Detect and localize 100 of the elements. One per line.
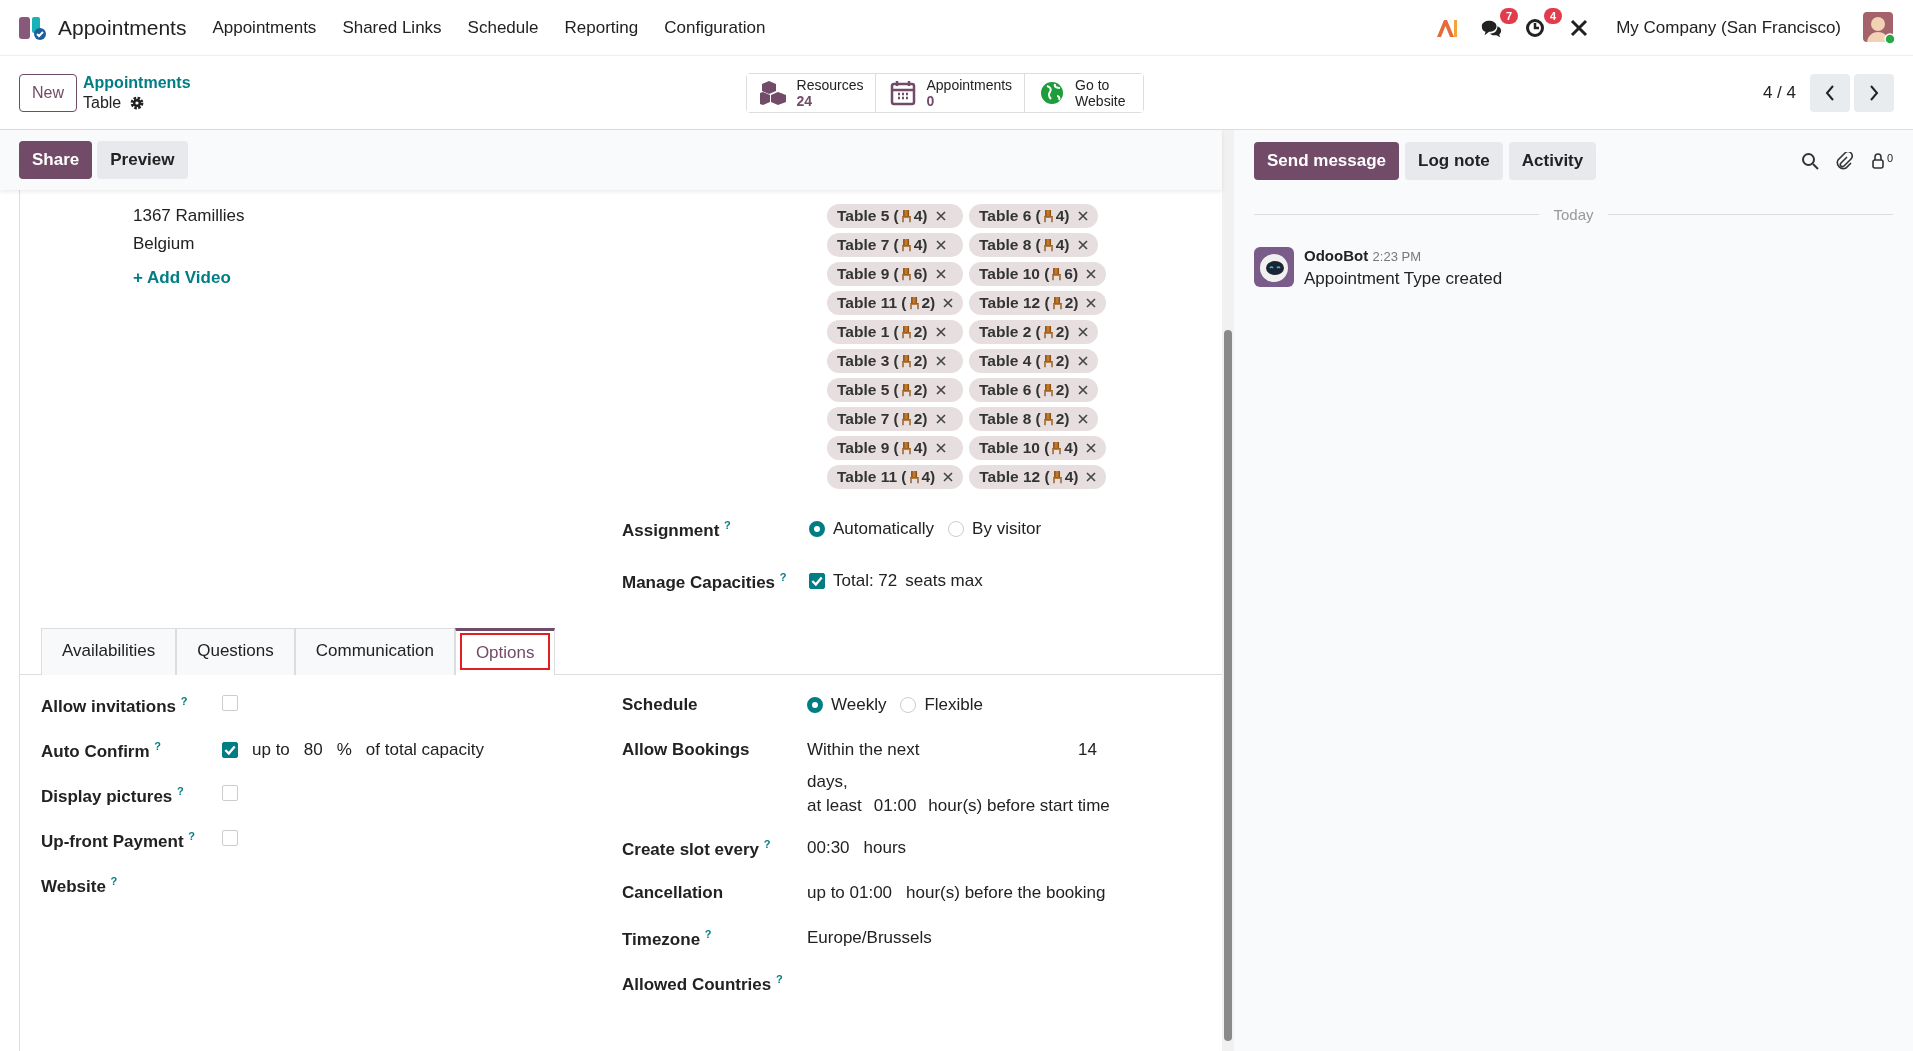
next-button[interactable] <box>1854 73 1894 112</box>
smart-button-label: Appointments <box>926 76 1013 93</box>
search-icon[interactable] <box>1800 152 1819 170</box>
remove-icon[interactable] <box>935 356 946 366</box>
action-button[interactable]: Preview <box>97 141 188 179</box>
resource-tag[interactable]: Table 10 ( 6) <box>969 262 1107 286</box>
radio-label[interactable]: Automatically <box>833 518 935 539</box>
scrollbar[interactable] <box>1222 130 1234 1051</box>
ai-icon[interactable] <box>1436 17 1459 38</box>
resource-tag[interactable]: Table 12 ( 2) <box>969 291 1107 315</box>
remove-icon[interactable] <box>1086 472 1097 482</box>
resource-tag[interactable]: Table 5 ( 2) <box>827 378 963 402</box>
remove-icon[interactable] <box>1077 211 1088 221</box>
tab[interactable]: Communication <box>294 628 455 676</box>
chair-icon <box>900 267 912 281</box>
remove-icon[interactable] <box>935 414 946 424</box>
remove-icon[interactable] <box>943 298 954 308</box>
remove-icon[interactable] <box>935 269 946 279</box>
previous-button[interactable] <box>1810 73 1850 112</box>
remove-icon[interactable] <box>1077 414 1088 424</box>
chair-icon <box>900 354 912 368</box>
tab[interactable]: Availabilities <box>41 628 177 676</box>
company-switcher[interactable]: My Company (San Francisco) <box>1616 17 1841 38</box>
remove-icon[interactable] <box>1077 356 1088 366</box>
checkbox[interactable] <box>809 573 825 590</box>
chair-icon <box>900 325 912 339</box>
remove-icon[interactable] <box>935 385 946 395</box>
resource-tag[interactable]: Table 1 ( 2) <box>827 320 963 344</box>
app-logo-icon[interactable] <box>18 14 48 41</box>
resource-tag[interactable]: Table 9 ( 6) <box>827 262 963 286</box>
resource-tag[interactable]: Table 11 ( 4) <box>827 465 964 489</box>
clock-icon[interactable] <box>1524 17 1547 38</box>
resource-tag[interactable]: Table 11 ( 2) <box>827 291 964 315</box>
remove-icon[interactable] <box>1077 327 1088 337</box>
resource-tag[interactable]: Table 6 ( 2) <box>969 378 1098 402</box>
field-label: Manage Capacities $^{?}$ <box>622 569 788 593</box>
smart-button[interactable]: Resources 24 <box>746 73 877 112</box>
pager-value[interactable]: 4 / 4 <box>1762 82 1796 103</box>
menu-item[interactable]: Appointments <box>212 17 317 38</box>
menu-item[interactable]: Schedule <box>467 17 539 38</box>
remove-icon[interactable] <box>1086 298 1097 308</box>
chatter-button[interactable]: Activity <box>1508 142 1597 180</box>
remove-icon[interactable] <box>935 240 946 250</box>
resource-tag[interactable]: Table 3 ( 2) <box>827 349 963 373</box>
resource-tag[interactable]: Table 8 ( 4) <box>969 233 1098 257</box>
menu-item[interactable]: Shared Links <box>342 17 442 38</box>
chatter-button[interactable]: Log note <box>1405 142 1503 180</box>
resource-tag[interactable]: Table 2 ( 2) <box>969 320 1098 344</box>
field-value[interactable]: 01:00 <box>873 794 917 819</box>
radio-label[interactable]: By visitor <box>972 518 1042 539</box>
capacity-total: Total: 72 <box>833 571 898 592</box>
resource-tag[interactable]: Table 6 ( 4) <box>969 204 1098 228</box>
paperclip-icon[interactable] <box>1834 152 1853 170</box>
field-value[interactable]: 14 <box>1078 740 1097 761</box>
app-name[interactable]: Appointments <box>58 15 187 40</box>
gear-icon[interactable] <box>129 94 146 111</box>
resource-tag[interactable]: Table 12 ( 4) <box>969 465 1107 489</box>
radio-button[interactable] <box>807 697 823 714</box>
tab[interactable]: Questions <box>176 628 295 676</box>
resource-tag[interactable]: Table 7 ( 4) <box>827 233 963 257</box>
menu-item[interactable]: Reporting <box>564 17 639 38</box>
remove-icon[interactable] <box>935 327 946 337</box>
add-video-link[interactable]: + Add Video <box>133 264 622 292</box>
remove-icon[interactable] <box>1077 240 1088 250</box>
remove-icon[interactable] <box>935 211 946 221</box>
resource-tag[interactable]: Table 7 ( 2) <box>827 407 963 431</box>
cubes-icon <box>758 79 789 106</box>
remove-icon[interactable] <box>1086 443 1097 453</box>
checkbox[interactable] <box>222 742 238 759</box>
breadcrumb-link[interactable]: Appointments <box>83 72 191 93</box>
tag-label: Table 8 ( 4) <box>979 236 1070 254</box>
resource-tag[interactable]: Table 10 ( 4) <box>969 436 1107 460</box>
tag-label: Table 11 ( 2) <box>837 294 936 312</box>
chair-icon <box>1051 267 1063 281</box>
new-button[interactable]: New <box>19 73 77 112</box>
field-text: hour(s) before start time <box>928 795 1110 818</box>
tag-label: Table 12 ( 4) <box>979 468 1079 486</box>
smart-button-count: 24 <box>796 92 814 109</box>
bot-avatar-icon <box>1254 247 1294 287</box>
remove-icon[interactable] <box>1086 269 1097 279</box>
remove-icon[interactable] <box>943 472 954 482</box>
chevron-right-icon <box>1868 83 1880 102</box>
tab[interactable]: Options <box>454 628 556 676</box>
field-text: at least <box>807 795 862 818</box>
resource-tag[interactable]: Table 5 ( 4) <box>827 204 963 228</box>
radio-button[interactable] <box>809 520 825 537</box>
remove-icon[interactable] <box>935 443 946 453</box>
field-text: up to <box>252 740 290 761</box>
smart-button-label: Resources <box>796 76 864 93</box>
resource-tag[interactable]: Table 8 ( 2) <box>969 407 1098 431</box>
action-button[interactable]: Share <box>19 141 93 179</box>
user-avatar-icon[interactable] <box>1863 11 1895 44</box>
smart-button-count: 0 <box>926 92 935 109</box>
resource-tag[interactable]: Table 4 ( 2) <box>969 349 1098 373</box>
menu-item[interactable]: Configuration <box>664 17 766 38</box>
chatter-button[interactable]: Send message <box>1254 142 1400 180</box>
radio-label[interactable]: Flexible <box>924 695 984 716</box>
radio-label[interactable]: Weekly <box>831 695 887 716</box>
remove-icon[interactable] <box>1077 385 1088 395</box>
resource-tag[interactable]: Table 9 ( 4) <box>827 436 963 460</box>
